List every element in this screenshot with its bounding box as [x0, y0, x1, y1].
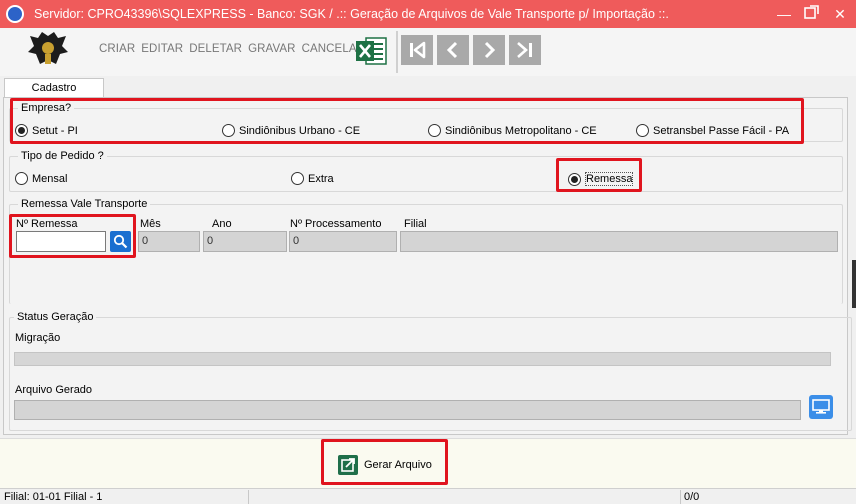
deletar-button[interactable]: DELETAR [189, 43, 242, 55]
highlight-empresa [10, 98, 804, 144]
nro-processamento-input[interactable]: 0 [289, 231, 397, 252]
highlight-nro-remessa [9, 214, 136, 258]
mes-label: Mês [140, 218, 161, 230]
radio-unchecked-icon [291, 172, 304, 185]
toolbar: CRIAR EDITAR DELETAR GRAVAR CANCELAR [0, 28, 856, 76]
title-bar: Servidor: CPRO43396\SQLEXPRESS - Banco: … [0, 0, 856, 28]
arquivo-gerado-field [14, 400, 801, 420]
status-filial: Filial: 01-01 Filial - 1 [4, 491, 103, 503]
status-count: 0/0 [684, 491, 700, 503]
status-bar: Filial: 01-01 Filial - 1 0/0 [0, 488, 856, 504]
next-record-icon[interactable] [473, 35, 505, 65]
highlight-gerar-arquivo [321, 439, 448, 485]
excel-icon[interactable] [354, 34, 388, 68]
remessa-legend: Remessa Vale Transporte [18, 198, 151, 210]
radio-extra[interactable]: Extra [291, 172, 334, 185]
app-icon [6, 5, 24, 23]
window-title: Servidor: CPRO43396\SQLEXPRESS - Banco: … [34, 7, 669, 21]
first-record-icon[interactable] [401, 35, 433, 65]
arquivo-gerado-label: Arquivo Gerado [15, 384, 93, 396]
radio-unchecked-icon [15, 172, 28, 185]
scroll-edge [852, 260, 856, 308]
ano-label: Ano [212, 218, 232, 230]
tipo-pedido-group: Tipo de Pedido ? [9, 150, 843, 192]
status-divider [680, 490, 681, 504]
toolbar-divider [396, 31, 398, 73]
restore-icon[interactable] [802, 4, 822, 24]
last-record-icon[interactable] [509, 35, 541, 65]
radio-label: Mensal [32, 172, 68, 185]
monitor-icon[interactable] [809, 395, 833, 419]
radio-label: Extra [308, 172, 334, 185]
highlight-remessa [556, 158, 642, 192]
nro-processamento-label: Nº Processamento [290, 218, 382, 230]
gravar-button[interactable]: GRAVAR [248, 43, 295, 55]
status-legend: Status Geração [14, 311, 97, 323]
criar-button[interactable]: CRIAR [99, 43, 135, 55]
migracao-progress-bar [14, 352, 831, 366]
logo-icon [26, 30, 70, 70]
tab-cadastro[interactable]: Cadastro [4, 78, 104, 98]
tab-strip: Cadastro [0, 76, 856, 98]
cadastro-panel: Empresa? Setut - PI Sindiônibus Urbano -… [3, 97, 852, 435]
migracao-label: Migração [15, 332, 61, 344]
status-divider [248, 490, 249, 504]
filial-input[interactable] [400, 231, 838, 252]
mes-input[interactable]: 0 [138, 231, 200, 252]
close-icon[interactable]: ✕ [830, 4, 850, 24]
minimize-icon[interactable]: — [774, 4, 794, 24]
previous-record-icon[interactable] [437, 35, 469, 65]
editar-button[interactable]: EDITAR [141, 43, 183, 55]
footer-area: Gerar Arquivo [0, 438, 856, 488]
ano-input[interactable]: 0 [203, 231, 287, 252]
radio-mensal[interactable]: Mensal [15, 172, 67, 185]
tipo-pedido-legend: Tipo de Pedido ? [18, 150, 107, 162]
filial-label: Filial [404, 218, 427, 230]
